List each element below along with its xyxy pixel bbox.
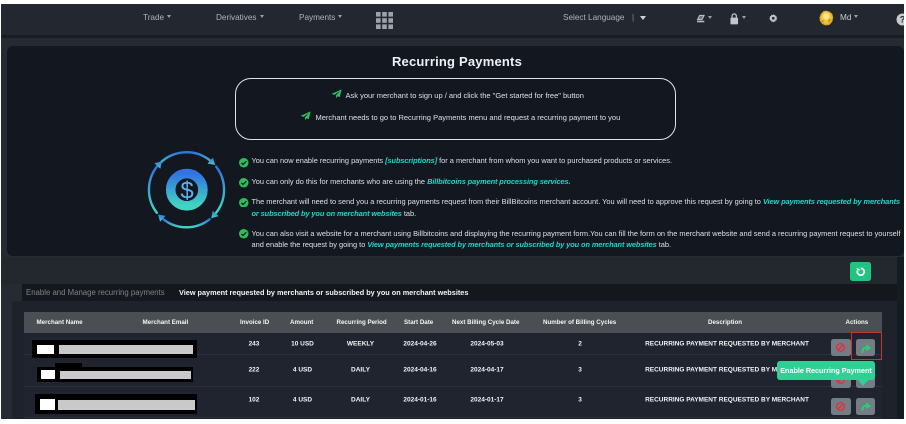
svg-text:$: $	[180, 178, 193, 205]
